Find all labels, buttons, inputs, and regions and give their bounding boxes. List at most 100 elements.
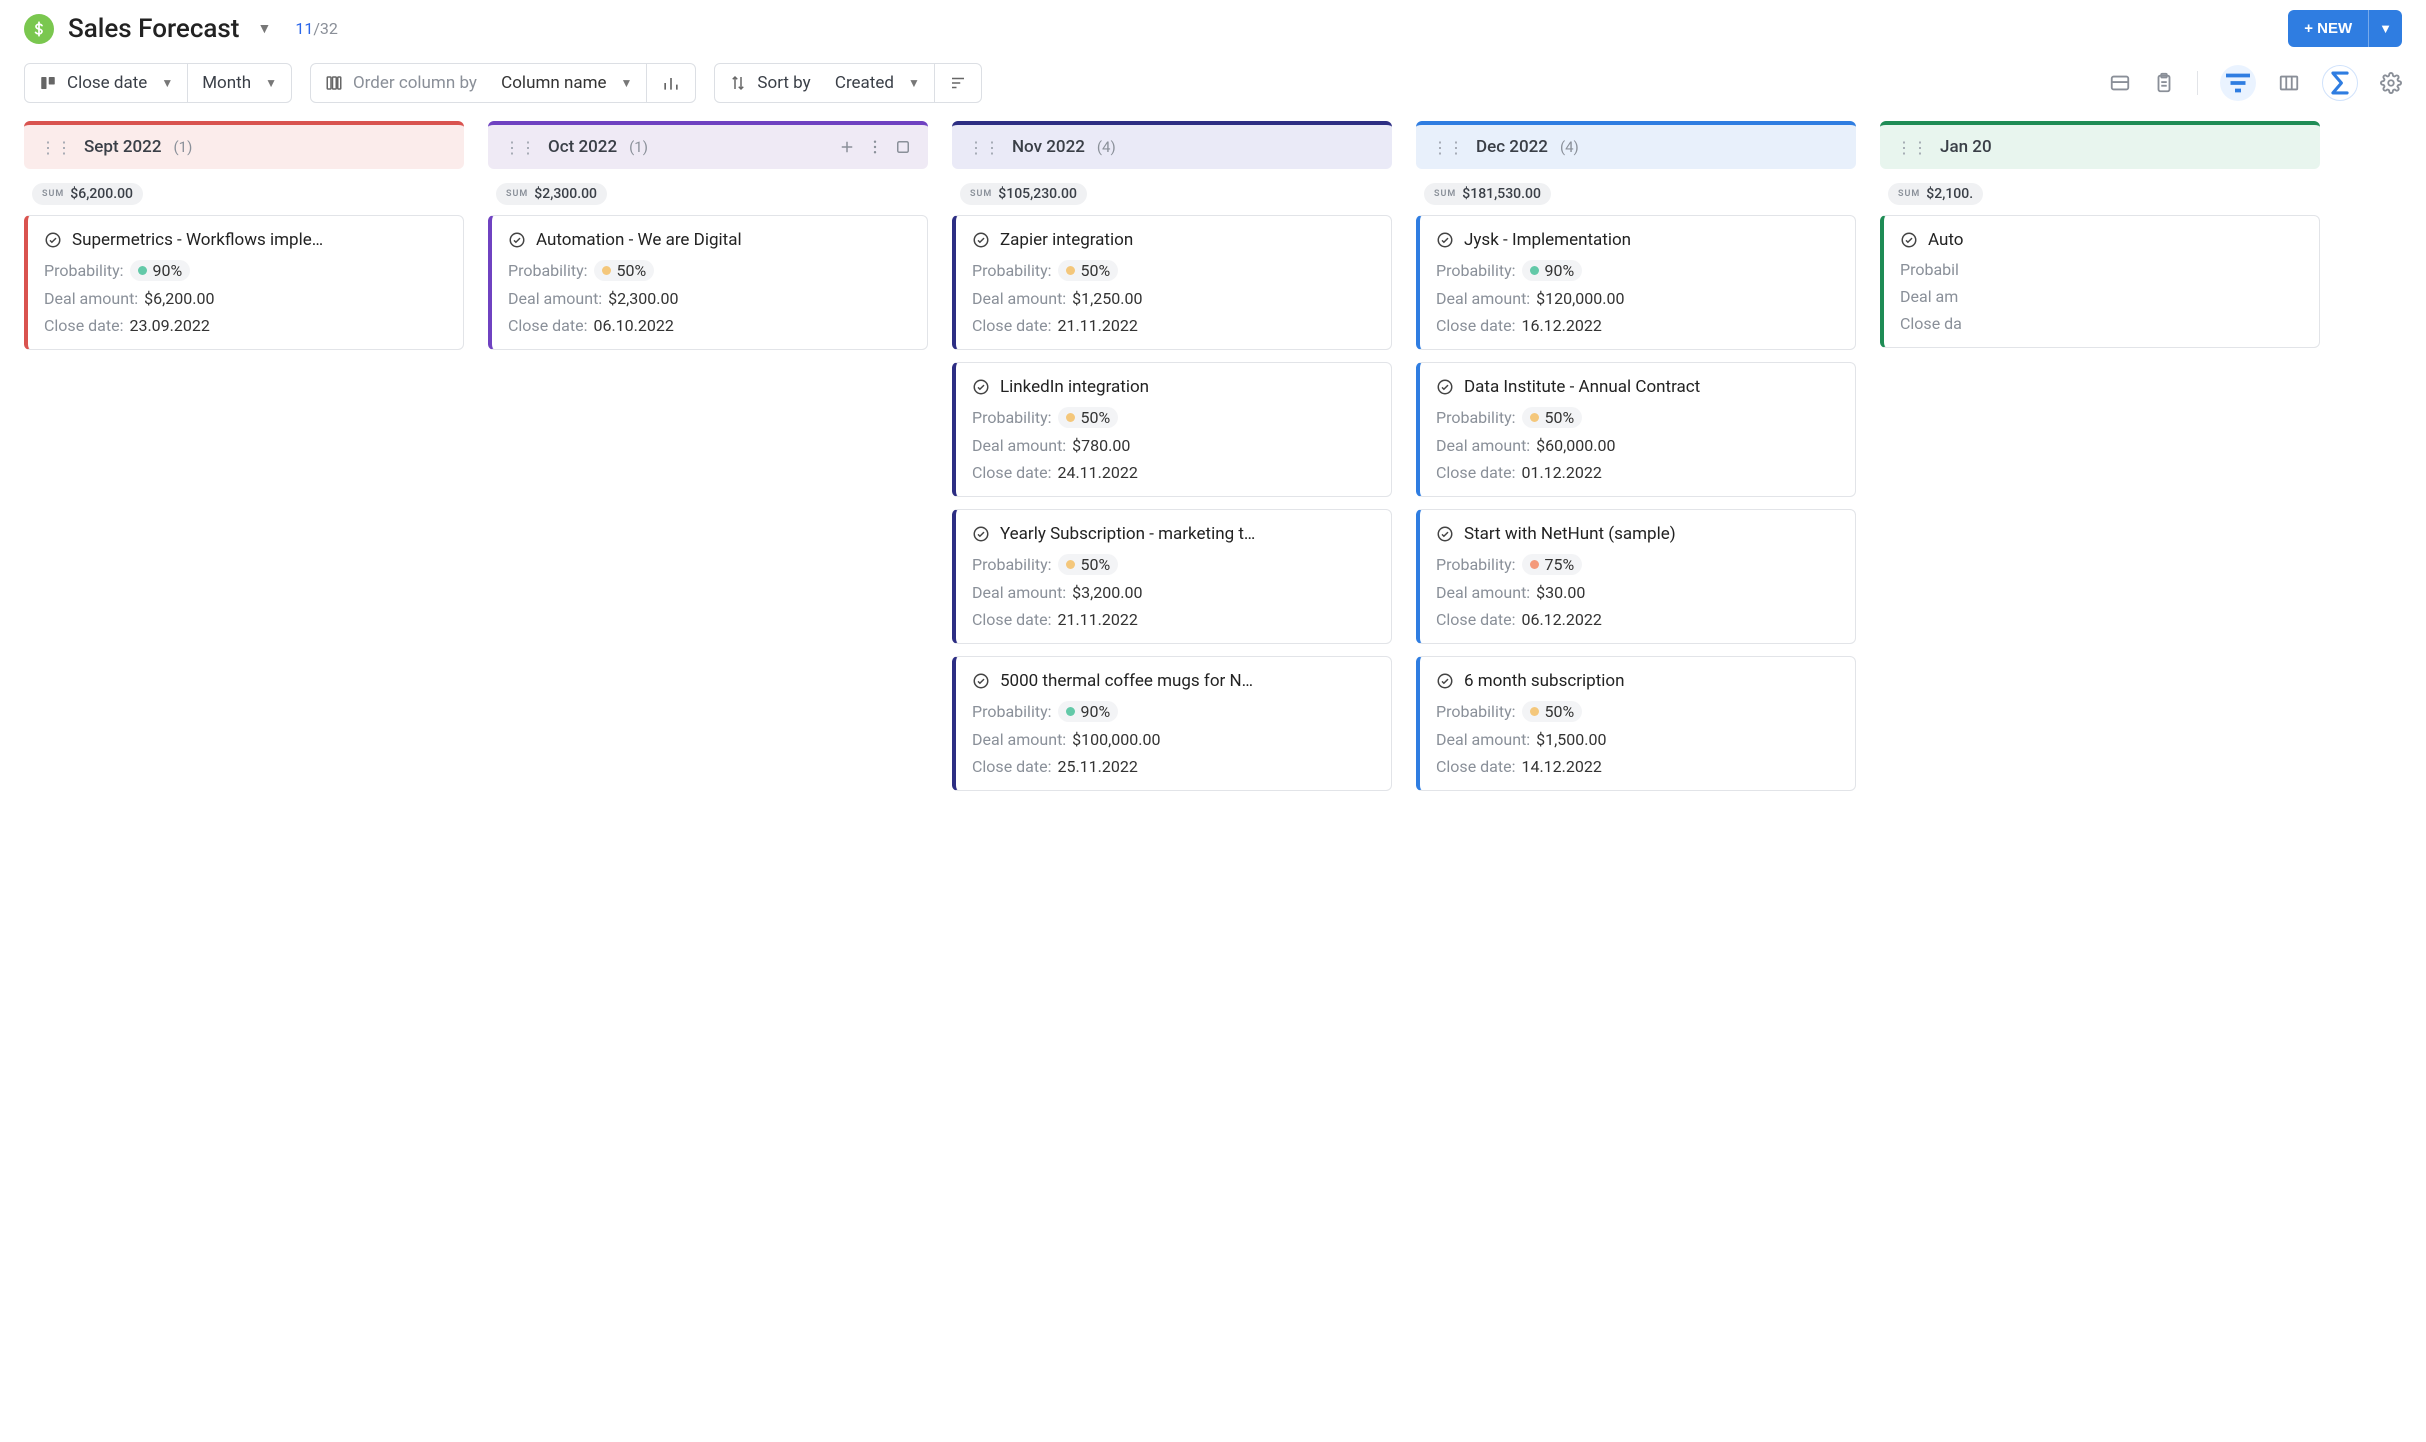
column-header[interactable]: ⋮⋮ Sept 2022 (1) — [24, 121, 464, 169]
card-amount: Deal amount:$1,500.00 — [1436, 730, 1837, 749]
collapse-column-icon[interactable] — [894, 138, 912, 156]
card-probability: Probability:90% — [44, 260, 445, 281]
card-amount: Deal amount:$1,250.00 — [972, 289, 1373, 308]
filter-icon[interactable] — [2220, 65, 2256, 101]
column-header[interactable]: ⋮⋮ Oct 2022 (1) — [488, 121, 928, 169]
column-title: Nov 2022 — [1012, 137, 1085, 157]
card-probability: Probabil — [1900, 260, 2301, 279]
column-title: Jan 20 — [1940, 137, 1992, 157]
card-title: Automation - We are Digital — [508, 230, 909, 250]
card-amount: Deal amount:$120,000.00 — [1436, 289, 1837, 308]
card-close-date: Close date:24.11.2022 — [972, 463, 1373, 482]
card-view-icon[interactable] — [2109, 72, 2131, 94]
card-close-date: Close date:06.12.2022 — [1436, 610, 1837, 629]
chevron-down-icon: ▼ — [621, 76, 633, 90]
card-probability: Probability:50% — [972, 407, 1373, 428]
check-circle-icon — [1900, 231, 1918, 249]
card-close-date: Close date:01.12.2022 — [1436, 463, 1837, 482]
deal-card[interactable]: Yearly Subscription - marketing t… Proba… — [952, 509, 1392, 644]
deal-card[interactable]: Data Institute - Annual Contract Probabi… — [1416, 362, 1856, 497]
column-count: (4) — [1097, 138, 1116, 156]
deal-card[interactable]: 5000 thermal coffee mugs for N… Probabil… — [952, 656, 1392, 791]
app-logo-icon — [24, 14, 54, 44]
column-sum: SUM $2,100. — [1888, 183, 1983, 205]
drag-handle-icon[interactable]: ⋮⋮ — [1896, 138, 1928, 157]
card-title: Zapier integration — [972, 230, 1373, 250]
deal-card[interactable]: Automation - We are Digital Probability:… — [488, 215, 928, 350]
chevron-down-icon: ▼ — [265, 76, 277, 90]
new-button-group: + NEW ▼ — [2288, 10, 2402, 47]
card-close-date: Close date:25.11.2022 — [972, 757, 1373, 776]
deal-card[interactable]: Start with NetHunt (sample) Probability:… — [1416, 509, 1856, 644]
drag-handle-icon[interactable]: ⋮⋮ — [968, 138, 1000, 157]
check-circle-icon — [1436, 231, 1454, 249]
drag-handle-icon[interactable]: ⋮⋮ — [1432, 138, 1464, 157]
table-columns-icon[interactable] — [2278, 72, 2300, 94]
clipboard-icon[interactable] — [2153, 72, 2175, 94]
sort-select[interactable]: Sort by Created ▼ — [715, 64, 933, 102]
column-header[interactable]: ⋮⋮ Jan 20 — [1880, 121, 2320, 169]
column-header[interactable]: ⋮⋮ Nov 2022 (4) — [952, 121, 1392, 169]
sort-direction-button[interactable] — [934, 64, 981, 102]
card-probability: Probability:90% — [1436, 260, 1837, 281]
order-column-dropdown: Order column by Column name ▼ — [310, 63, 696, 103]
card-list: Zapier integration Probability:50% Deal … — [952, 215, 1392, 791]
drag-handle-icon[interactable]: ⋮⋮ — [40, 138, 72, 157]
card-probability: Probability:50% — [1436, 407, 1837, 428]
card-probability: Probability:50% — [972, 260, 1373, 281]
new-button-dropdown[interactable]: ▼ — [2368, 10, 2402, 47]
column-menu-icon[interactable] — [866, 138, 884, 156]
check-circle-icon — [1436, 672, 1454, 690]
check-circle-icon — [44, 231, 62, 249]
card-probability: Probability:50% — [972, 554, 1373, 575]
bar-chart-icon — [661, 73, 681, 93]
deal-card[interactable]: Supermetrics - Workflows imple… Probabil… — [24, 215, 464, 350]
sigma-icon[interactable] — [2322, 65, 2358, 101]
card-amount: Deal amount:$6,200.00 — [44, 289, 445, 308]
board-column: ⋮⋮ Sept 2022 (1) SUM $6,200.00 Supermetr… — [24, 121, 464, 350]
settings-gear-icon[interactable] — [2380, 72, 2402, 94]
column-header[interactable]: ⋮⋮ Dec 2022 (4) — [1416, 121, 1856, 169]
board-column: ⋮⋮ Nov 2022 (4) SUM $105,230.00 Zapier i… — [952, 121, 1392, 791]
sort-arrows-icon — [729, 74, 747, 92]
deal-card[interactable]: Jysk - Implementation Probability:90% De… — [1416, 215, 1856, 350]
order-chart-button[interactable] — [646, 64, 695, 102]
board-column: ⋮⋮ Dec 2022 (4) SUM $181,530.00 Jysk - I… — [1416, 121, 1856, 791]
card-title: 6 month subscription — [1436, 671, 1837, 691]
column-count: (4) — [1560, 138, 1579, 156]
card-close-date: Close date:21.11.2022 — [972, 316, 1373, 335]
check-circle-icon — [508, 231, 526, 249]
toolbar: Close date ▼ Month ▼ Order column by Col… — [0, 53, 2426, 121]
card-amount: Deal amount:$100,000.00 — [972, 730, 1373, 749]
card-list: Auto Probabil Deal am Close da — [1880, 215, 2320, 348]
check-circle-icon — [972, 231, 990, 249]
card-close-date: Close date:16.12.2022 — [1436, 316, 1837, 335]
card-amount: Deal amount:$2,300.00 — [508, 289, 909, 308]
check-circle-icon — [972, 525, 990, 543]
card-title: 5000 thermal coffee mugs for N… — [972, 671, 1373, 691]
deal-card[interactable]: Auto Probabil Deal am Close da — [1880, 215, 2320, 348]
drag-handle-icon[interactable]: ⋮⋮ — [504, 138, 536, 157]
card-title: Supermetrics - Workflows imple… — [44, 230, 445, 250]
add-card-icon[interactable] — [838, 138, 856, 156]
title-dropdown-icon[interactable]: ▼ — [257, 20, 271, 37]
card-amount: Deal amount:$30.00 — [1436, 583, 1837, 602]
toolbar-divider — [2197, 71, 2198, 95]
order-column-select[interactable]: Order column by Column name ▼ — [311, 64, 646, 102]
new-button[interactable]: + NEW — [2288, 10, 2368, 47]
column-count: (1) — [629, 138, 648, 156]
deal-card[interactable]: Zapier integration Probability:50% Deal … — [952, 215, 1392, 350]
card-close-date: Close date:14.12.2022 — [1436, 757, 1837, 776]
card-amount: Deal amount:$3,200.00 — [972, 583, 1373, 602]
card-amount: Deal am — [1900, 287, 2301, 306]
header-bar: Sales Forecast ▼ 11/32 + NEW ▼ — [0, 0, 2426, 53]
group-by-period[interactable]: Month ▼ — [187, 64, 291, 102]
card-amount: Deal amount:$60,000.00 — [1436, 436, 1837, 455]
chevron-down-icon: ▼ — [161, 76, 173, 90]
columns-icon — [325, 74, 343, 92]
group-by-field[interactable]: Close date ▼ — [25, 64, 187, 102]
deal-card[interactable]: 6 month subscription Probability:50% Dea… — [1416, 656, 1856, 791]
page-title: Sales Forecast — [68, 14, 239, 44]
group-by-dropdown: Close date ▼ Month ▼ — [24, 63, 292, 103]
deal-card[interactable]: LinkedIn integration Probability:50% Dea… — [952, 362, 1392, 497]
